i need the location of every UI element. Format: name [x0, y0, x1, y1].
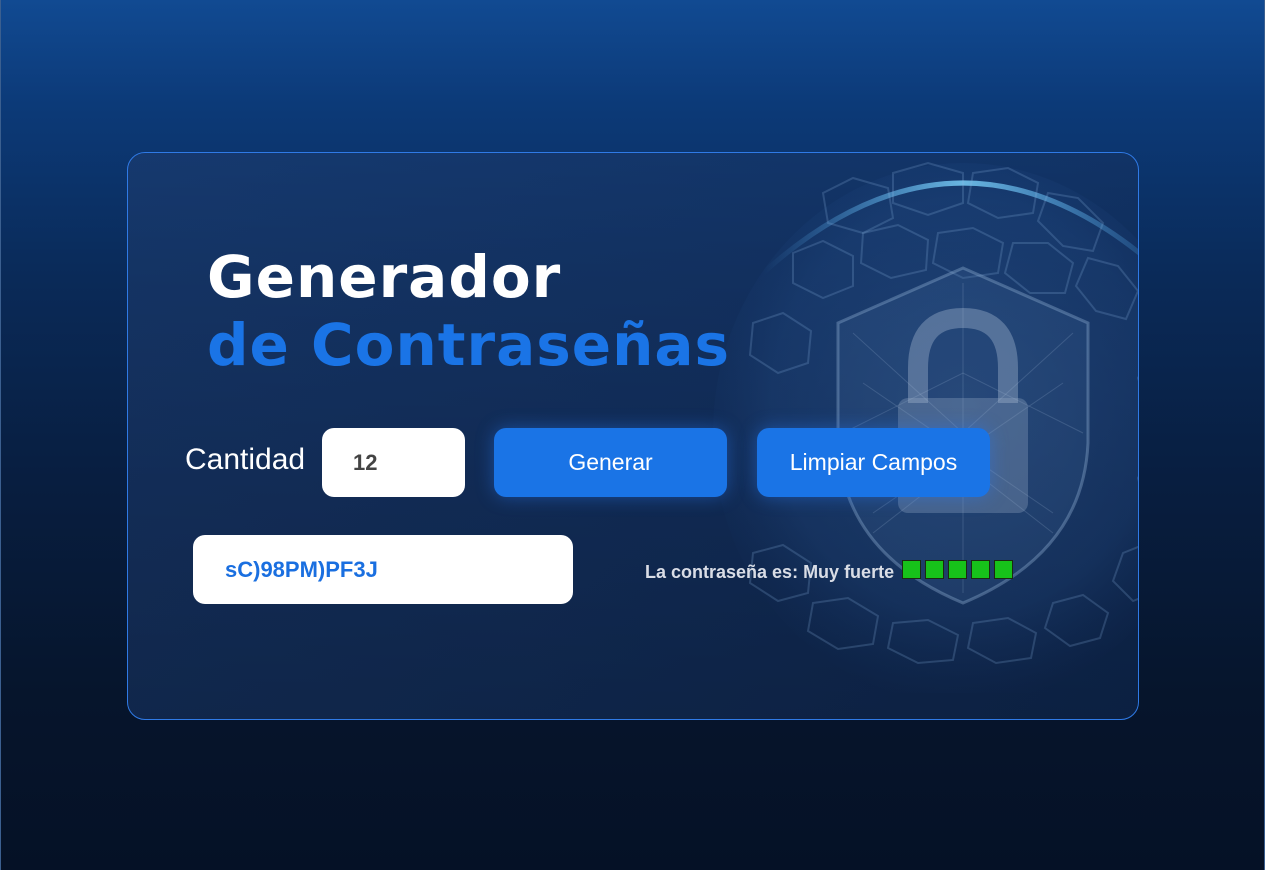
title-line-1: Generador — [207, 243, 562, 311]
strength-text: La contraseña es: Muy fuerte — [645, 562, 895, 582]
quantity-input[interactable] — [322, 428, 465, 497]
quantity-label: Cantidad — [185, 443, 306, 476]
generator-card: Generador de Contraseñas Cantidad Genera… — [127, 152, 1139, 720]
shield-lock-globe-icon — [713, 161, 1138, 693]
strength-indicator: La contraseña es: Muy fuerte — [645, 560, 1017, 584]
strength-bar-segment — [902, 560, 922, 579]
clear-fields-button[interactable]: Limpiar Campos — [757, 428, 990, 497]
page-title: Generador de Contraseñas — [207, 243, 730, 379]
strength-bar-segment — [925, 560, 945, 579]
strength-bars — [902, 560, 1017, 584]
strength-bar-segment — [971, 560, 991, 579]
strength-bar-segment — [948, 560, 968, 579]
strength-bar-segment — [994, 560, 1014, 579]
password-output[interactable] — [193, 535, 573, 604]
title-line-2: de Contraseñas — [207, 311, 731, 379]
generate-button[interactable]: Generar — [494, 428, 727, 497]
